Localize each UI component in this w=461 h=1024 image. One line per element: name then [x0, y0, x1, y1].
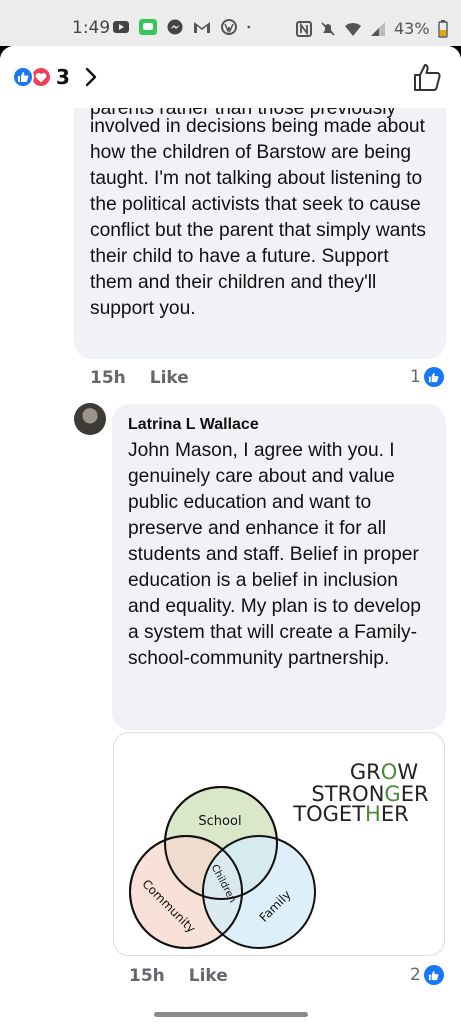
- status-time: 1:49: [72, 18, 111, 38]
- status-bar: 1:49 43%: [0, 0, 461, 46]
- like-badge-icon: [423, 965, 444, 985]
- gmail-icon: [194, 22, 210, 33]
- headline-line-3: TOGETHER: [292, 802, 408, 826]
- mute-icon: [321, 21, 335, 36]
- reaction-count: 3: [56, 65, 70, 89]
- family-circle: [202, 835, 316, 949]
- comment-like-count[interactable]: 2: [410, 965, 444, 985]
- chevron-right-icon[interactable]: [84, 66, 98, 88]
- nfc-icon: [296, 20, 312, 37]
- comment-actions: 15h Like: [129, 966, 228, 986]
- gesture-bar[interactable]: [154, 1012, 308, 1017]
- youtube-icon: [113, 21, 129, 33]
- comment-image[interactable]: GROW STRONGER TOGETHER School Community …: [113, 732, 445, 956]
- headline-line-1: GROW: [350, 760, 418, 784]
- comments-sheet[interactable]: 3 parents rather than those previously i…: [0, 46, 461, 1024]
- signal-icon: [371, 21, 385, 36]
- like-reaction-icon: [12, 66, 34, 88]
- reactions-header: 3: [0, 46, 461, 108]
- battery-percent: 43%: [394, 19, 430, 38]
- chat-app-icon: [139, 19, 157, 35]
- comment-text: John Mason, I agree with you. I genuinel…: [128, 440, 421, 669]
- school-label: School: [198, 814, 241, 829]
- messenger-icon: [167, 19, 183, 35]
- like-count-number: 1: [410, 367, 421, 387]
- comment-time[interactable]: 15h: [129, 966, 165, 986]
- comment-text: parents rather than those previously inv…: [90, 96, 435, 322]
- like-badge-icon: [423, 367, 444, 387]
- like-count-number: 2: [410, 965, 421, 985]
- like-post-icon[interactable]: [412, 62, 442, 92]
- comment-like-button[interactable]: Like: [189, 966, 228, 986]
- notification-icons: [112, 19, 255, 35]
- dot-icon: [247, 25, 251, 29]
- reactions-summary[interactable]: 3: [12, 65, 98, 89]
- comment-author[interactable]: Latrina L Wallace: [128, 416, 259, 434]
- comment-text-body: involved in decisions being made about h…: [90, 116, 426, 319]
- battery-icon: [437, 19, 448, 38]
- venn-diagram-graphic: GROW STRONGER TOGETHER School Community …: [129, 760, 429, 949]
- comment-like-count[interactable]: 1: [410, 367, 444, 387]
- comment-time[interactable]: 15h: [90, 368, 126, 388]
- comment-bubble[interactable]: parents rather than those previously inv…: [74, 82, 446, 359]
- wordpress-icon: [221, 19, 237, 35]
- avatar[interactable]: [74, 403, 106, 435]
- system-indicators: 43%: [296, 19, 448, 38]
- comment-actions: 15h Like: [90, 368, 189, 388]
- wifi-icon: [345, 22, 361, 36]
- comment-bubble[interactable]: Latrina L Wallace John Mason, I agree wi…: [112, 404, 446, 730]
- comment-like-button[interactable]: Like: [150, 368, 189, 388]
